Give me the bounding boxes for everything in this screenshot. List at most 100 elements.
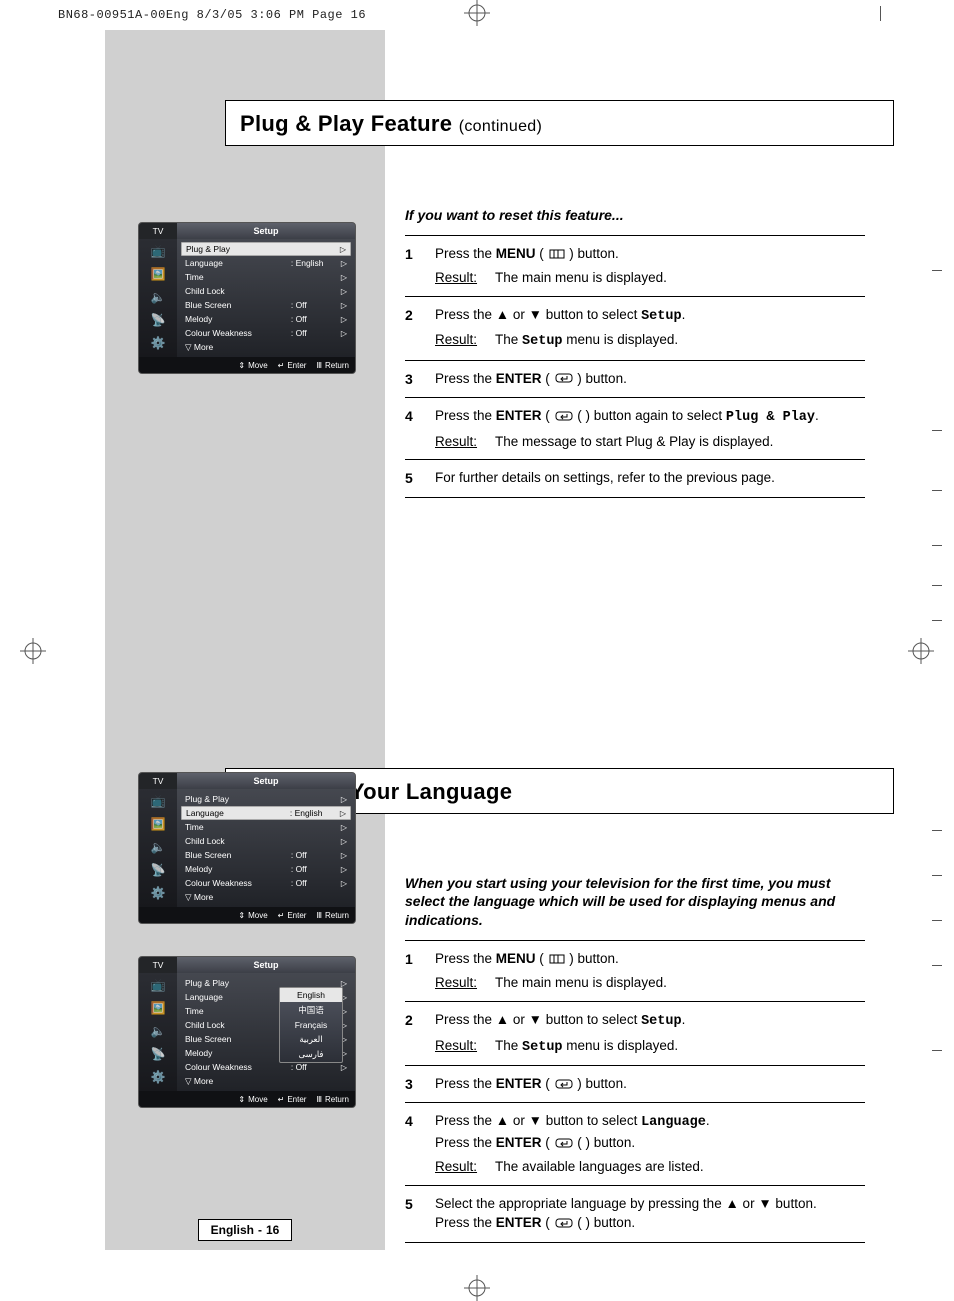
channel-icon: 📡 xyxy=(147,862,169,878)
enter-button-icon xyxy=(555,369,573,389)
osd-setup-plugplay: TVSetup 📺 🖼️ 🔈 📡 ⚙️ Plug & Play▷Language… xyxy=(138,222,356,374)
osd-hint-return: ⅢReturn xyxy=(316,361,349,370)
result-label: Result: xyxy=(435,330,495,352)
osd-row: ▽ More xyxy=(181,1074,351,1088)
picture-icon: 🖼️ xyxy=(147,816,169,832)
section-intro: If you want to reset this feature... xyxy=(405,206,865,225)
osd-footer: ⇕Move ↵Enter ⅢReturn xyxy=(139,1091,355,1107)
osd-row: Colour Weakness: Off▷ xyxy=(181,326,351,340)
osd-title: Setup xyxy=(177,223,355,239)
step: 3 Press the ENTER ( ) button. xyxy=(405,360,865,397)
osd-row: Plug & Play▷ xyxy=(181,242,351,256)
osd-row: Colour Weakness: Off▷ xyxy=(181,876,351,890)
setup-icon: ⚙️ xyxy=(147,1069,169,1085)
osd-row: Language: English▷ xyxy=(181,806,351,820)
osd-tv-label: TV xyxy=(139,223,177,239)
osd-hint-move: ⇕Move xyxy=(238,911,267,920)
step: 3 Press the ENTER ( ) button. xyxy=(405,1065,865,1102)
channel-icon: 📡 xyxy=(147,1046,169,1062)
osd-hint-return: ⅢReturn xyxy=(316,1095,349,1104)
osd-row: Blue Screen: Off▷ xyxy=(181,298,351,312)
osd-hint-return: ⅢReturn xyxy=(316,911,349,920)
result-text: The message to start Plug & Play is disp… xyxy=(495,432,865,452)
osd-row: Melody: Off▷ xyxy=(181,312,351,326)
osd-rows: Plug & Play▷Language: English▷Time▷Child… xyxy=(177,789,355,907)
osd-popup-item: Français xyxy=(280,1018,342,1032)
osd-row: Plug & Play▷ xyxy=(181,792,351,806)
registration-mark-icon xyxy=(464,1275,490,1301)
enter-button-icon xyxy=(555,1134,573,1154)
section-title-continued: (continued) xyxy=(459,118,542,135)
section-intro: When you start using your television for… xyxy=(405,874,865,931)
step: 2 Press the ▲ or ▼ button to select Setu… xyxy=(405,296,865,360)
registration-mark-icon xyxy=(20,638,46,664)
osd-row: Child Lock▷ xyxy=(181,284,351,298)
step-number: 2 xyxy=(405,1010,435,1057)
step-number: 1 xyxy=(405,244,435,288)
result-label: Result: xyxy=(435,432,495,452)
osd-tv-label: TV xyxy=(139,957,177,973)
menu-button-icon xyxy=(549,950,565,970)
osd-tv-label: TV xyxy=(139,773,177,789)
picture-icon: 🖼️ xyxy=(147,1000,169,1016)
step: 1 Press the MENU ( ) button. Result:The … xyxy=(405,940,865,1001)
osd-hint-move: ⇕Move xyxy=(238,1095,267,1104)
step: 4 Press the ▲ or ▼ button to select Lang… xyxy=(405,1102,865,1184)
section-heading: Plug & Play Feature (continued) xyxy=(225,100,894,146)
result-label: Result: xyxy=(435,268,495,288)
step: 5 Select the appropriate language by pre… xyxy=(405,1185,865,1243)
osd-footer: ⇕Move ↵Enter ⅢReturn xyxy=(139,357,355,373)
step-number: 3 xyxy=(405,369,435,389)
osd-row: Melody: Off▷ xyxy=(181,862,351,876)
page-footer: English - 16 xyxy=(105,1219,385,1241)
steps-list: 1 Press the MENU ( ) button. Result:The … xyxy=(405,940,865,1242)
osd-title: Setup xyxy=(177,773,355,789)
crop-tick-icon xyxy=(932,270,942,271)
registration-mark-icon xyxy=(464,0,490,26)
osd-hint-move: ⇕Move xyxy=(238,361,267,370)
input-icon: 📺 xyxy=(147,243,169,259)
osd-hint-enter: ↵Enter xyxy=(278,361,307,370)
step-number: 5 xyxy=(405,1194,435,1234)
enter-button-icon xyxy=(555,1075,573,1095)
osd-category-icons: 📺 🖼️ 🔈 📡 ⚙️ xyxy=(139,973,177,1091)
setup-icon: ⚙️ xyxy=(147,335,169,351)
step-number: 4 xyxy=(405,1111,435,1176)
osd-title: Setup xyxy=(177,957,355,973)
step-number: 4 xyxy=(405,406,435,451)
sound-icon: 🔈 xyxy=(147,839,169,855)
osd-popup-item: English xyxy=(280,988,342,1002)
step-number: 2 xyxy=(405,305,435,352)
osd-row: ▽ More xyxy=(181,890,351,904)
osd-row: Blue Screen: Off▷ xyxy=(181,848,351,862)
osd-popup-item: 中国语 xyxy=(280,1002,342,1018)
sound-icon: 🔈 xyxy=(147,1023,169,1039)
osd-hint-enter: ↵Enter xyxy=(278,911,307,920)
section-title-text: Plug & Play Feature xyxy=(240,111,452,136)
osd-row: Language: English▷ xyxy=(181,256,351,270)
osd-rows: Plug & Play▷Language: English▷Time▷Child… xyxy=(177,973,355,1091)
osd-rows: Plug & Play▷Language: English▷Time▷Child… xyxy=(177,239,355,357)
step: 1 Press the MENU ( ) button. Result: The… xyxy=(405,235,865,296)
setup-icon: ⚙️ xyxy=(147,885,169,901)
osd-row: Time▷ xyxy=(181,820,351,834)
step-number: 5 xyxy=(405,468,435,488)
channel-icon: 📡 xyxy=(147,312,169,328)
osd-row: Child Lock▷ xyxy=(181,834,351,848)
osd-row: Time▷ xyxy=(181,270,351,284)
osd-row: ▽ More xyxy=(181,340,351,354)
step-number: 1 xyxy=(405,949,435,993)
osd-popup-item: فارسی xyxy=(280,1047,342,1062)
osd-popup-item: العربية xyxy=(280,1032,342,1047)
osd-category-icons: 📺 🖼️ 🔈 📡 ⚙️ xyxy=(139,239,177,357)
result-text: The main menu is displayed. xyxy=(495,268,865,288)
osd-footer: ⇕Move ↵Enter ⅢReturn xyxy=(139,907,355,923)
steps-list: 1 Press the MENU ( ) button. Result: The… xyxy=(405,235,865,498)
osd-setup-language: TVSetup 📺 🖼️ 🔈 📡 ⚙️ Plug & Play▷Language… xyxy=(138,772,356,924)
picture-icon: 🖼️ xyxy=(147,266,169,282)
sound-icon: 🔈 xyxy=(147,289,169,305)
step: 5 For further details on settings, refer… xyxy=(405,459,865,497)
osd-category-icons: 📺 🖼️ 🔈 📡 ⚙️ xyxy=(139,789,177,907)
registration-mark-icon xyxy=(908,638,934,664)
print-slug: BN68-00951A-00Eng 8/3/05 3:06 PM Page 16 xyxy=(58,8,366,22)
